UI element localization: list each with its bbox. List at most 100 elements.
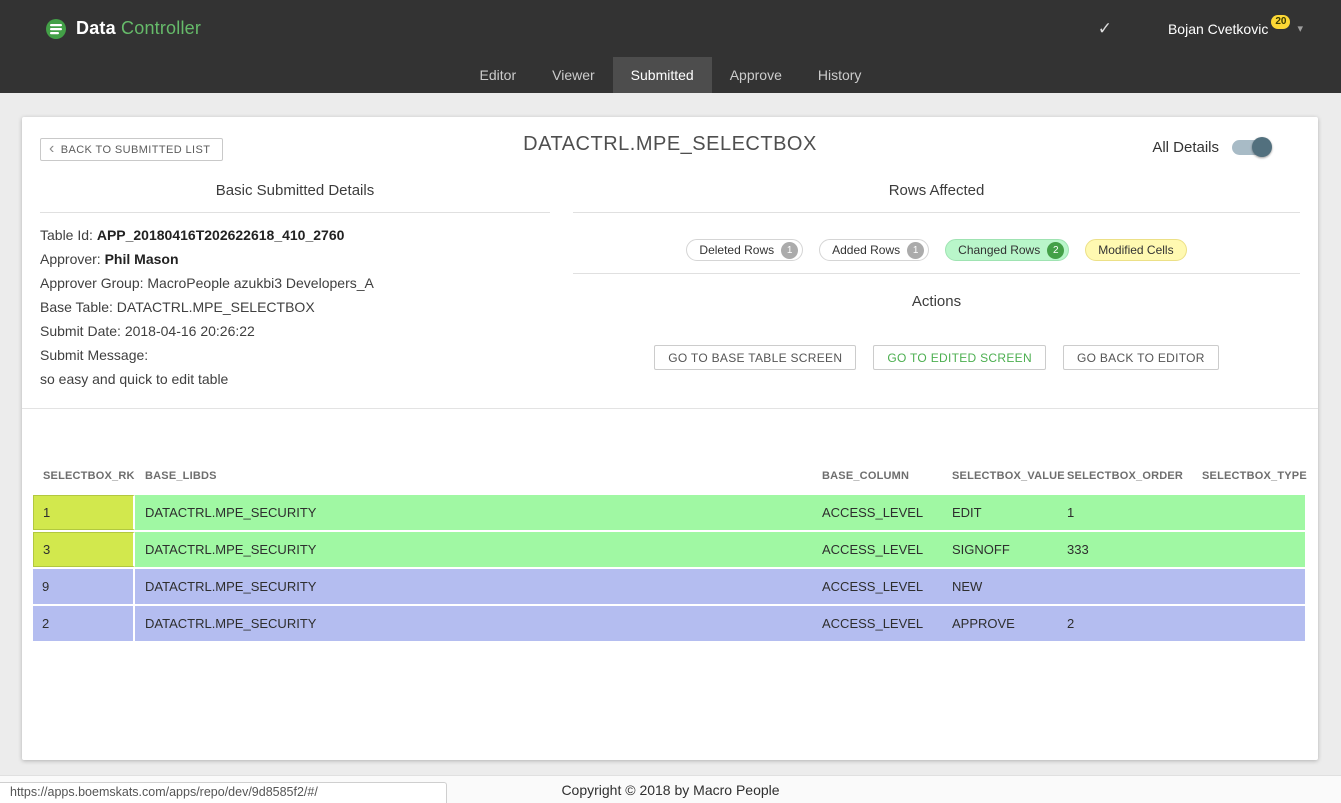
top-bar: Data Controller ✓ Bojan Cvetkovic 20 ▾ — [0, 0, 1341, 57]
column-header-base-column[interactable]: BASE_COLUMN — [812, 470, 942, 482]
cell-selectbox-rk: 3 — [33, 532, 135, 567]
nav-tab-editor[interactable]: Editor — [462, 57, 535, 93]
brand-logo-icon — [45, 18, 67, 40]
divider — [573, 212, 1300, 213]
detail-fields: Table Id: APP_20180416T202622618_410_276… — [40, 223, 550, 391]
user-menu[interactable]: Bojan Cvetkovic 20 ▾ — [1168, 21, 1303, 37]
copyright-text: Copyright © 2018 by Macro People — [561, 782, 779, 798]
divider — [40, 212, 550, 213]
field-label: Submit Date: — [40, 323, 121, 339]
cell-selectbox-type — [1192, 495, 1305, 530]
chevron-down-icon: ▾ — [1297, 22, 1303, 35]
field-label: Base Table: — [40, 299, 113, 315]
cell-selectbox-value: SIGNOFF — [942, 532, 1057, 567]
cell-base-column: ACCESS_LEVEL — [812, 606, 942, 641]
brand-logo[interactable]: Data Controller — [45, 18, 201, 40]
cell-base-column: ACCESS_LEVEL — [812, 495, 942, 530]
cell-base-column: ACCESS_LEVEL — [812, 569, 942, 604]
column-header-base-libds[interactable]: BASE_LIBDS — [135, 470, 812, 482]
go-to-edited-screen-button[interactable]: GO TO EDITED SCREEN — [873, 345, 1046, 370]
chip-label: Added Rows — [832, 243, 900, 257]
toggle-knob — [1252, 137, 1272, 157]
table-header-row: SELECTBOX_RK BASE_LIBDS BASE_COLUMN SELE… — [33, 463, 1305, 489]
brand-title-data: Data — [76, 18, 116, 38]
browser-status-url: https://apps.boemskats.com/apps/repo/dev… — [0, 782, 447, 803]
cell-selectbox-type — [1192, 606, 1305, 641]
brand-title-controller: Controller — [121, 18, 201, 38]
field-approver-group: Approver Group: MacroPeople azukbi3 Deve… — [40, 271, 550, 295]
chip-count-badge: 1 — [907, 242, 924, 259]
field-label: Table Id: — [40, 227, 93, 243]
nav-tab-history[interactable]: History — [800, 57, 880, 93]
cell-selectbox-type — [1192, 569, 1305, 604]
rows-affected-section: Rows Affected Deleted Rows 1 Added Rows … — [573, 175, 1300, 391]
field-approver: Approver: Phil Mason — [40, 247, 550, 271]
column-header-selectbox-type[interactable]: SELECTBOX_TYPE — [1192, 470, 1305, 482]
app-root: Data Controller ✓ Bojan Cvetkovic 20 ▾ E… — [0, 0, 1341, 803]
column-header-selectbox-rk[interactable]: SELECTBOX_RK — [33, 470, 135, 482]
user-badge: 20 — [1271, 15, 1290, 29]
chip-label: Deleted Rows — [699, 243, 774, 257]
chip-changed-rows[interactable]: Changed Rows 2 — [945, 239, 1069, 261]
field-submit-date: Submit Date: 2018-04-16 20:26:22 — [40, 319, 550, 343]
cell-base-libds: DATACTRL.MPE_SECURITY — [135, 532, 812, 567]
field-label: Approver Group: — [40, 275, 144, 291]
column-header-selectbox-order[interactable]: SELECTBOX_ORDER — [1057, 470, 1192, 482]
table-row: 1 DATACTRL.MPE_SECURITY ACCESS_LEVEL EDI… — [33, 495, 1305, 530]
field-base-table: Base Table: DATACTRL.MPE_SELECTBOX — [40, 295, 550, 319]
action-buttons: GO TO BASE TABLE SCREEN GO TO EDITED SCR… — [573, 345, 1300, 370]
field-label: Approver: — [40, 251, 101, 267]
chip-modified-cells[interactable]: Modified Cells — [1085, 239, 1186, 261]
all-details-control: All Details — [1152, 139, 1270, 156]
nav-tab-approve[interactable]: Approve — [712, 57, 800, 93]
all-details-toggle[interactable] — [1232, 140, 1270, 155]
brand-title: Data Controller — [76, 18, 201, 39]
field-submit-message-value: so easy and quick to edit table — [40, 367, 550, 391]
go-to-base-table-screen-button[interactable]: GO TO BASE TABLE SCREEN — [654, 345, 856, 370]
check-icon: ✓ — [1098, 19, 1112, 39]
field-value: Phil Mason — [105, 251, 179, 267]
cell-selectbox-rk: 9 — [33, 569, 135, 604]
cell-selectbox-order — [1057, 569, 1192, 604]
cell-selectbox-value: NEW — [942, 569, 1057, 604]
nav-tab-submitted[interactable]: Submitted — [613, 57, 712, 93]
nav-tab-viewer[interactable]: Viewer — [534, 57, 613, 93]
submitted-detail-card: ‹ BACK TO SUBMITTED LIST DATACTRL.MPE_SE… — [22, 117, 1318, 760]
cell-selectbox-rk: 2 — [33, 606, 135, 641]
field-value: 2018-04-16 20:26:22 — [125, 323, 255, 339]
submitted-rows-table: SELECTBOX_RK BASE_LIBDS BASE_COLUMN SELE… — [33, 463, 1305, 643]
chip-added-rows[interactable]: Added Rows 1 — [819, 239, 929, 261]
page-title: DATACTRL.MPE_SELECTBOX — [22, 133, 1318, 156]
cell-selectbox-order: 333 — [1057, 532, 1192, 567]
go-back-to-editor-button[interactable]: GO BACK TO EDITOR — [1063, 345, 1219, 370]
column-header-selectbox-value[interactable]: SELECTBOX_VALUE — [942, 470, 1057, 482]
field-value: DATACTRL.MPE_SELECTBOX — [117, 299, 315, 315]
basic-submitted-details-section: Basic Submitted Details Table Id: APP_20… — [40, 175, 550, 391]
cell-base-libds: DATACTRL.MPE_SECURITY — [135, 495, 812, 530]
cell-base-libds: DATACTRL.MPE_SECURITY — [135, 606, 812, 641]
user-name: Bojan Cvetkovic — [1168, 21, 1268, 37]
table-row: 9 DATACTRL.MPE_SECURITY ACCESS_LEVEL NEW — [33, 569, 1305, 604]
divider — [22, 408, 1318, 409]
chip-count-badge: 1 — [781, 242, 798, 259]
table-row: 2 DATACTRL.MPE_SECURITY ACCESS_LEVEL APP… — [33, 606, 1305, 641]
chip-label: Modified Cells — [1098, 243, 1173, 257]
cell-base-libds: DATACTRL.MPE_SECURITY — [135, 569, 812, 604]
chip-count-badge: 2 — [1047, 242, 1064, 259]
actions-heading: Actions — [573, 286, 1300, 323]
chip-label: Changed Rows — [958, 243, 1040, 257]
cell-selectbox-order: 1 — [1057, 495, 1192, 530]
divider — [573, 273, 1300, 274]
chip-deleted-rows[interactable]: Deleted Rows 1 — [686, 239, 803, 261]
field-value: so easy and quick to edit table — [40, 371, 228, 387]
cell-selectbox-rk: 1 — [33, 495, 135, 530]
basic-details-heading: Basic Submitted Details — [40, 175, 550, 212]
cell-selectbox-type — [1192, 532, 1305, 567]
cell-base-column: ACCESS_LEVEL — [812, 532, 942, 567]
field-label: Submit Message: — [40, 347, 148, 363]
cell-selectbox-value: APPROVE — [942, 606, 1057, 641]
cell-selectbox-value: EDIT — [942, 495, 1057, 530]
top-bar-right: ✓ Bojan Cvetkovic 20 ▾ — [1098, 19, 1341, 39]
nav-tabs: Editor Viewer Submitted Approve History — [0, 57, 1341, 93]
field-value: APP_20180416T202622618_410_2760 — [97, 227, 345, 243]
